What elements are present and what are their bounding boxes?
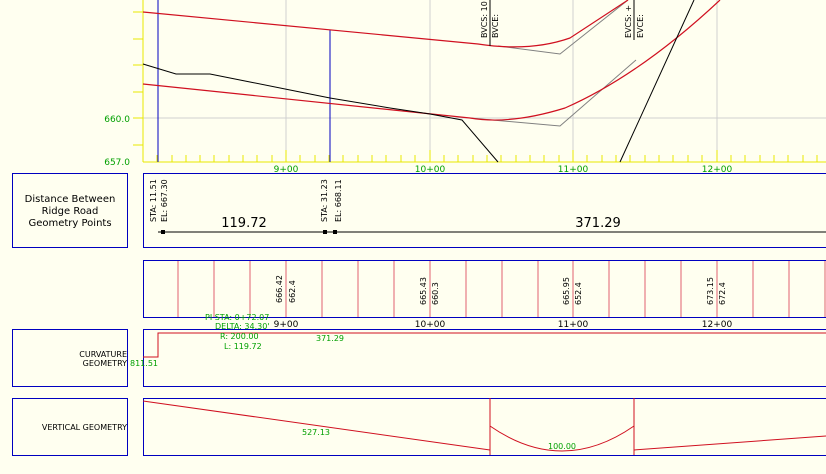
finished-grade-value: 673.15 [706, 277, 715, 305]
vertical-geometry-lines [142, 398, 826, 455]
curvature-title-line: GEOMETRY [83, 359, 127, 368]
band-station-label: 10+00 [415, 320, 446, 330]
curve-delta: DELTA: 34.30' [215, 322, 270, 331]
vertical-title: VERTICAL GEOMETRY [42, 423, 127, 432]
existing-grade-value: 672.4 [718, 282, 727, 305]
elevation-values: 666.42 662.4 665.43 660.3 665.95 652.4 6… [275, 275, 727, 305]
existing-grade-value: 662.4 [288, 280, 297, 303]
curvature-title-line: CURVATURE [79, 350, 127, 359]
dimension-tick [333, 230, 337, 234]
elevation-ticks [133, 11, 143, 146]
design-profile-lower [142, 0, 721, 121]
vertical-geometry-band: VERTICAL GEOMETRY 527.13 100.00 [12, 398, 826, 456]
point1-elevation: EL: 667.30 [160, 179, 169, 222]
tangent-length: 371.29 [316, 334, 344, 343]
elevation-label-657: 657.0 [104, 158, 130, 168]
vertical-band-frame [143, 398, 826, 456]
distance-value-1: 119.72 [221, 216, 267, 231]
curve-pi-station: PI STA: 0+72.07 [205, 313, 269, 322]
station-ticks [156, 150, 818, 162]
band-station-label: 11+00 [558, 320, 589, 330]
dimension-tick [161, 230, 165, 234]
curve-radius: R: 200.00 [220, 332, 259, 341]
existing-ground-line [142, 63, 499, 163]
evcs-label: EVCS: + [624, 5, 633, 38]
point2-elevation: EL: 668.11 [334, 179, 343, 222]
distance-title-line: Distance Between [25, 194, 116, 205]
vertical-curve-length: 100.00 [548, 442, 576, 451]
band-station-label: 12+00 [702, 320, 733, 330]
bvce-label: BVCE: [491, 14, 500, 38]
dimension-tick [323, 230, 327, 234]
point1-station: STA: 11.51 [149, 179, 158, 222]
evce-label: EVCE: [636, 14, 645, 38]
grade-line-lower-grey [469, 59, 637, 127]
band-station-label: 9+00 [274, 320, 299, 330]
existing-grade-value: 660.3 [431, 282, 440, 305]
distance-value-2: 371.29 [575, 216, 621, 231]
road-profile-drawing: 660.0 657.0 9+00 10+00 11+00 12+00 BVCS:… [12, 0, 826, 456]
bvcs-label: BVCS: 10 [480, 1, 489, 38]
distance-band: Distance Between Ridge Road Geometry Poi… [12, 173, 826, 248]
distance-title-line: Geometry Points [28, 218, 111, 229]
grade-length: 527.13 [302, 428, 330, 437]
finished-grade-value: 665.95 [562, 277, 571, 305]
curve-start-value: 811.51 [130, 359, 158, 368]
design-profile-upper [142, 0, 629, 48]
elevation-label-660: 660.0 [104, 115, 130, 125]
finished-grade-value: 666.42 [275, 275, 284, 303]
existing-grade-value: 652.4 [574, 282, 583, 305]
profile-view: 660.0 657.0 9+00 10+00 11+00 12+00 BVCS:… [104, 0, 826, 175]
finished-grade-value: 665.43 [419, 277, 428, 305]
distance-title-line: Ridge Road [42, 206, 99, 217]
grade-line-upper-grey [497, 0, 629, 55]
distance-band-frame [143, 173, 826, 248]
curve-length: L: 119.72 [224, 342, 262, 351]
point2-station: STA: 31.23 [320, 179, 329, 222]
